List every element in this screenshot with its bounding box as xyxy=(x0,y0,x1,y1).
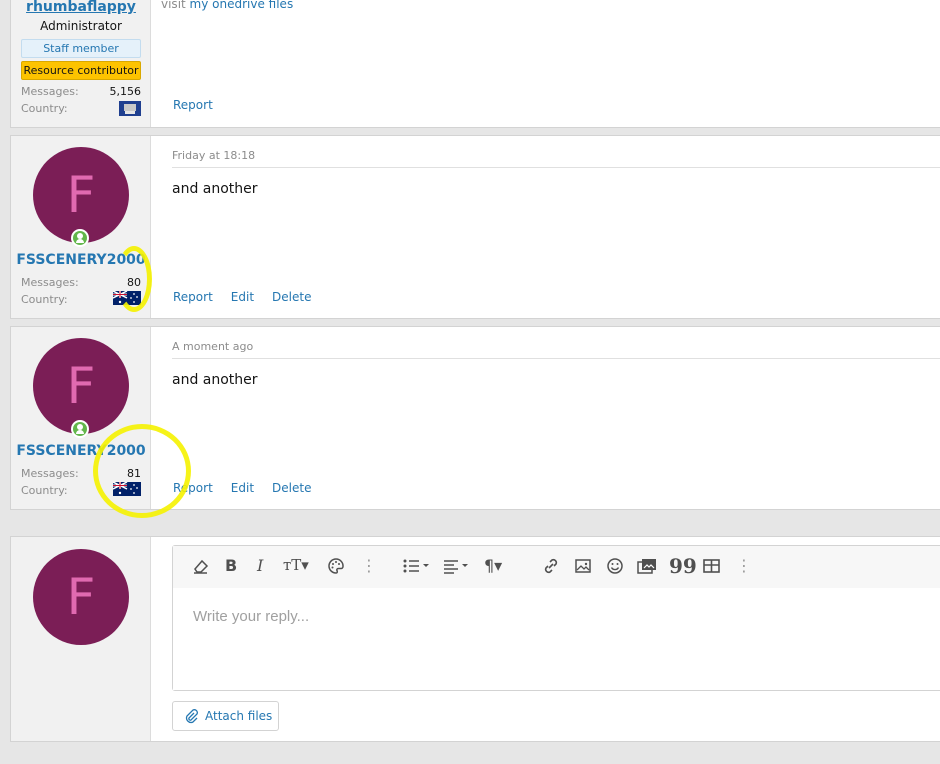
messages-count: 5,156 xyxy=(109,85,142,98)
more-vertical-icon[interactable]: ⋮ xyxy=(361,556,377,576)
image-icon[interactable] xyxy=(573,556,593,576)
post-date[interactable]: A moment ago xyxy=(172,340,253,353)
country-stat: Country: xyxy=(21,101,141,116)
media-icon[interactable] xyxy=(636,556,658,576)
delete-link[interactable]: Delete xyxy=(272,481,311,495)
paragraph-icon[interactable]: ¶▾ xyxy=(484,556,502,576)
reply-textarea[interactable] xyxy=(173,588,940,690)
post-actions: Report Edit Delete xyxy=(173,290,329,304)
attach-files-button[interactable]: Attach files xyxy=(172,701,279,731)
link-icon[interactable] xyxy=(541,556,561,576)
table-icon[interactable] xyxy=(701,556,721,576)
messages-stat: Messages: 5,156 xyxy=(21,85,141,98)
messages-label: Messages: xyxy=(21,85,79,98)
bold-icon[interactable]: B xyxy=(225,556,237,576)
align-icon[interactable] xyxy=(442,556,472,576)
highlight-circle xyxy=(93,424,191,518)
text-size-icon[interactable]: тТ▾ xyxy=(283,556,309,576)
avatar[interactable]: F xyxy=(33,549,129,645)
messages-label: Messages: xyxy=(21,467,79,480)
staff-banner: Staff member xyxy=(21,39,141,58)
report-link[interactable]: Report xyxy=(173,98,213,112)
post-date[interactable]: Friday at 18:18 xyxy=(172,149,255,162)
online-status-icon xyxy=(71,229,89,247)
resource-contributor-banner: Resource contributor xyxy=(21,61,141,80)
reply-editor: B I тТ▾ ⋮ ¶▾ 99 ⋮ Write your reply... xyxy=(172,545,940,691)
post-actions: Report xyxy=(173,98,231,112)
post-divider xyxy=(172,167,940,168)
user-title: Administrator xyxy=(40,19,122,33)
post-divider xyxy=(172,358,940,359)
attach-files-label: Attach files xyxy=(205,709,273,723)
smiley-icon[interactable] xyxy=(605,556,625,576)
quote-icon[interactable]: 99 xyxy=(669,554,697,578)
onedrive-link[interactable]: my onedrive files xyxy=(190,0,294,11)
username-link[interactable]: rhumbaflappy xyxy=(11,0,151,15)
reply-box: F B I тТ▾ ⋮ ¶▾ 99 ⋮ Write your reply... … xyxy=(10,536,940,742)
country-flag-icon xyxy=(119,101,141,116)
delete-link[interactable]: Delete xyxy=(272,290,311,304)
italic-icon[interactable]: I xyxy=(257,556,263,576)
reply-user-panel: F xyxy=(11,537,151,741)
messages-label: Messages: xyxy=(21,276,79,289)
palette-icon[interactable] xyxy=(326,556,346,576)
eraser-icon[interactable] xyxy=(191,556,211,576)
country-label: Country: xyxy=(21,484,68,497)
more-vertical-icon[interactable]: ⋮ xyxy=(736,556,752,576)
country-label: Country: xyxy=(21,102,68,115)
post-user-panel: rhumbaflappy Administrator Staff member … xyxy=(11,0,151,127)
highlight-circle xyxy=(116,246,152,312)
post-body: and another xyxy=(172,181,258,197)
paperclip-icon xyxy=(185,709,198,724)
country-label: Country: xyxy=(21,293,68,306)
post-actions: Report Edit Delete xyxy=(173,481,329,495)
edit-link[interactable]: Edit xyxy=(231,481,254,495)
list-icon[interactable] xyxy=(402,556,432,576)
online-status-icon xyxy=(71,420,89,438)
post: rhumbaflappy Administrator Staff member … xyxy=(10,0,940,128)
post-body-text: visit xyxy=(161,0,190,11)
edit-link[interactable]: Edit xyxy=(231,290,254,304)
report-link[interactable]: Report xyxy=(173,290,213,304)
editor-toolbar: B I тТ▾ ⋮ ¶▾ 99 ⋮ xyxy=(173,546,940,588)
post-body: visit my onedrive files xyxy=(161,0,293,11)
post-body: and another xyxy=(172,372,258,388)
